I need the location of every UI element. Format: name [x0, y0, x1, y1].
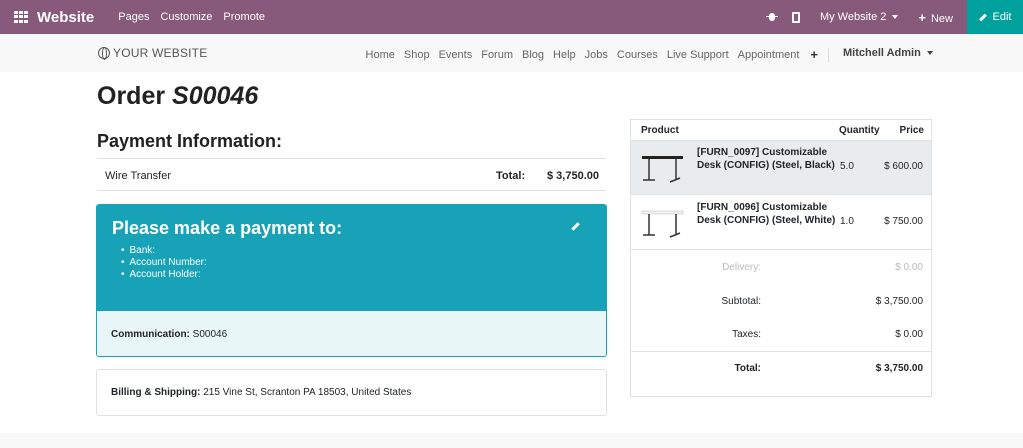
header-price: Price: [899, 125, 924, 136]
taxes-row: Taxes: $ 0.00: [631, 318, 931, 352]
pencil-icon[interactable]: [571, 222, 580, 231]
nav-item-forum[interactable]: Forum: [481, 49, 513, 61]
payment-total-value: $ 3,750.00: [547, 170, 599, 182]
payment-instructions-heading: Please make a payment to:: [112, 218, 343, 238]
total-row: Total: $ 3,750.00: [631, 351, 931, 385]
product-quantity: 1.0: [840, 216, 854, 227]
main-menu: Home Shop Events Forum Blog Help Jobs Co…: [357, 47, 829, 62]
desk-foot: [669, 232, 681, 238]
product-quantity: 5.0: [840, 161, 854, 172]
new-button-label: New: [930, 12, 953, 25]
instruction-bank: Bank:: [130, 245, 207, 257]
desk-foot: [669, 177, 681, 183]
subtotal-value: $ 3,750.00: [875, 296, 923, 307]
new-button[interactable]: + New: [918, 10, 953, 25]
billing-shipping-card: Billing & Shipping: 215 Vine St, Scranto…: [96, 369, 607, 416]
nav-item-events[interactable]: Events: [439, 49, 473, 61]
product-name[interactable]: [FURN_0096] Customizable Desk (CONFIG) (…: [697, 202, 837, 227]
footer-strip: [0, 433, 1023, 448]
header-quantity: Quantity: [839, 125, 880, 136]
desk-black-image: [642, 156, 683, 183]
nav-item-jobs[interactable]: Jobs: [585, 49, 608, 61]
mobile-preview-icon[interactable]: [791, 11, 800, 23]
table-row: [FURN_0096] Customizable Desk (CONFIG) (…: [631, 196, 931, 250]
caret-down-icon: [926, 51, 933, 56]
taxes-value: $ 0.00: [895, 329, 923, 340]
delivery-value: $ 0.00: [895, 262, 923, 273]
admin-menu-promote[interactable]: Promote: [223, 11, 265, 23]
website-selector-label: My Website 2: [819, 11, 887, 23]
nav-item-blog[interactable]: Blog: [522, 49, 544, 61]
debug-bug-icon[interactable]: [765, 11, 778, 23]
product-name[interactable]: [FURN_0097] Customizable Desk (CONFIG) (…: [697, 147, 837, 172]
website-selector[interactable]: My Website 2: [819, 11, 899, 23]
menu-divider: [828, 47, 829, 62]
billing-label: Billing & Shipping:: [111, 387, 201, 398]
communication-value: S00046: [192, 329, 228, 340]
delivery-row: Delivery: $ 0.00: [631, 251, 931, 285]
total-value: $ 3,750.00: [875, 363, 923, 374]
billing-text: Billing & Shipping: 215 Vine St, Scranto…: [111, 387, 411, 398]
payment-instructions-card: Please make a payment to: Bank: Account …: [96, 204, 607, 357]
admin-bar: Website Pages Customize Promote My Websi…: [0, 0, 1023, 34]
order-title-prefix: Order: [97, 82, 166, 110]
apps-menu-icon[interactable]: [14, 11, 28, 23]
delivery-label: Delivery:: [722, 262, 761, 273]
admin-menu-customize[interactable]: Customize: [160, 11, 212, 23]
nav-item-shop[interactable]: Shop: [404, 49, 430, 61]
edit-button-label: Edit: [992, 11, 1012, 23]
table-row: [FURN_0097] Customizable Desk (CONFIG) (…: [631, 141, 931, 195]
desk-white-image: [641, 210, 684, 238]
instruction-account-number: Account Number:: [130, 257, 207, 269]
plus-icon: +: [918, 9, 926, 25]
payment-instructions-list: Bank: Account Number: Account Holder:: [130, 245, 207, 281]
page-title: Order S00046: [97, 82, 258, 111]
payment-total-label: Total:: [496, 170, 526, 182]
payment-heading: Payment Information:: [97, 131, 283, 151]
nav-item-live-support[interactable]: Live Support: [667, 49, 729, 61]
subtotal-label: Subtotal:: [721, 296, 761, 307]
taxes-label: Taxes:: [732, 329, 761, 340]
add-menu-plus-icon[interactable]: +: [810, 47, 818, 62]
table-header: Product Quantity Price: [631, 120, 931, 141]
admin-menu-pages[interactable]: Pages: [118, 11, 149, 23]
communication-text: Communication: S00046: [111, 329, 227, 340]
payment-row: Wire Transfer Total: $ 3,750.00: [97, 158, 606, 191]
payment-method: Wire Transfer: [105, 170, 172, 182]
pencil-icon: [978, 13, 987, 21]
edit-button[interactable]: Edit: [967, 0, 1023, 34]
communication-label: Communication:: [111, 329, 190, 340]
header-product: Product: [641, 125, 679, 136]
subtotal-row: Subtotal: $ 3,750.00: [631, 285, 931, 319]
order-number: S00046: [172, 82, 259, 110]
payment-instructions-header: Please make a payment to: Bank: Account …: [97, 205, 606, 311]
desk-top: [641, 210, 684, 215]
user-menu[interactable]: Mitchell Admin: [843, 47, 933, 59]
product-price: $ 750.00: [884, 216, 923, 227]
desk-top: [642, 156, 683, 159]
instruction-account-holder: Account Holder:: [130, 269, 207, 281]
nav-item-home[interactable]: Home: [366, 49, 395, 61]
order-summary-table: Product Quantity Price [FURN_0097] Custo…: [630, 119, 932, 397]
app-brand[interactable]: Website: [37, 9, 94, 26]
caret-down-icon: [892, 15, 899, 20]
total-label: Total:: [734, 363, 761, 374]
nav-item-courses[interactable]: Courses: [617, 49, 658, 61]
user-name: Mitchell Admin: [843, 47, 921, 59]
product-price: $ 600.00: [884, 161, 923, 172]
nav-item-help[interactable]: Help: [553, 49, 576, 61]
billing-address: 215 Vine St, Scranton PA 18503, United S…: [203, 387, 412, 398]
website-logo[interactable]: YOUR WEBSITE: [98, 46, 207, 60]
nav-item-appointment[interactable]: Appointment: [738, 49, 800, 61]
globe-icon: [98, 47, 110, 60]
communication-section: Communication: S00046: [97, 311, 606, 356]
logo-text: YOUR WEBSITE: [113, 46, 208, 60]
